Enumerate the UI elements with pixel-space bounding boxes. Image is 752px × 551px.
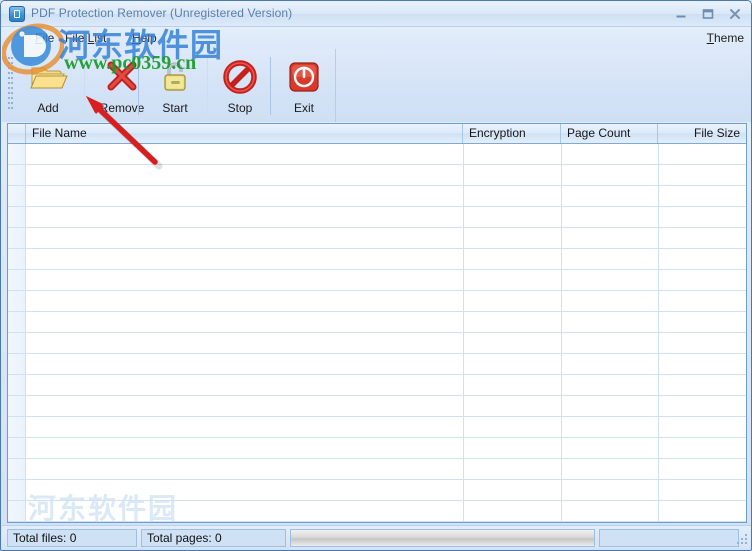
status-bar: Total files: 0 Total pages: 0 bbox=[2, 525, 751, 549]
window-title: PDF Protection Remover (Unregistered Ver… bbox=[31, 6, 293, 20]
power-button-icon bbox=[284, 57, 324, 97]
stop-button-label: Stop bbox=[227, 101, 253, 115]
table-row[interactable] bbox=[8, 144, 746, 165]
table-row[interactable] bbox=[8, 228, 746, 249]
title-bar: PDF Protection Remover (Unregistered Ver… bbox=[1, 1, 751, 27]
start-button-label: Start bbox=[162, 101, 188, 115]
theme-link[interactable]: Theme bbox=[707, 31, 744, 45]
file-list-column-file-name[interactable]: File Name bbox=[26, 124, 463, 143]
exit-button-label: Exit bbox=[293, 101, 314, 115]
table-row[interactable] bbox=[8, 354, 746, 375]
status-total-pages: Total pages: 0 bbox=[141, 529, 286, 547]
application-window: PDF Protection Remover (Unregistered Ver… bbox=[0, 0, 752, 551]
window-controls bbox=[668, 5, 747, 22]
prohibition-sign-icon bbox=[220, 57, 260, 97]
status-total-files: Total files: 0 bbox=[7, 529, 137, 547]
resize-grip-icon[interactable] bbox=[737, 534, 749, 546]
file-list[interactable]: File Name Encryption Page Count File Siz… bbox=[7, 123, 747, 523]
status-extra-panel bbox=[599, 529, 739, 547]
menu-item-file-list[interactable]: File List bbox=[60, 30, 111, 46]
toolbar: Add Remove Start Stop Exit bbox=[2, 49, 751, 122]
table-row[interactable] bbox=[8, 375, 746, 396]
table-row[interactable] bbox=[8, 186, 746, 207]
main-window: PDF Protection Remover (Unregistered Ver… bbox=[0, 0, 752, 551]
red-x-icon bbox=[102, 57, 142, 97]
table-row[interactable] bbox=[8, 249, 746, 270]
file-list-column-encryption[interactable]: Encryption bbox=[463, 124, 561, 143]
start-button[interactable]: Start bbox=[144, 53, 206, 119]
add-button[interactable]: Add bbox=[18, 53, 78, 119]
minimize-icon[interactable] bbox=[668, 5, 693, 22]
progress-bar bbox=[290, 529, 595, 547]
open-folder-icon bbox=[28, 57, 68, 97]
open-padlock-icon bbox=[155, 57, 195, 97]
file-list-column-gutter bbox=[8, 124, 26, 143]
table-row[interactable] bbox=[8, 207, 746, 228]
add-button-label: Add bbox=[37, 101, 59, 115]
file-list-body[interactable] bbox=[8, 144, 746, 522]
file-list-column-file-size[interactable]: File Size bbox=[658, 124, 746, 143]
table-row[interactable] bbox=[8, 417, 746, 438]
menu-item-help[interactable]: Help bbox=[127, 30, 162, 46]
toolbar-grip[interactable] bbox=[8, 57, 13, 115]
table-row[interactable] bbox=[8, 396, 746, 417]
table-row[interactable] bbox=[8, 291, 746, 312]
table-row[interactable] bbox=[8, 480, 746, 501]
pdf-lock-icon bbox=[9, 6, 25, 22]
exit-button[interactable]: Exit bbox=[276, 53, 332, 119]
menu-bar: File File List Help Theme bbox=[2, 27, 751, 49]
table-row[interactable] bbox=[8, 333, 746, 354]
table-row[interactable] bbox=[8, 438, 746, 459]
file-list-column-page-count[interactable]: Page Count bbox=[561, 124, 658, 143]
maximize-icon[interactable] bbox=[695, 5, 720, 22]
stop-button[interactable]: Stop bbox=[212, 53, 268, 119]
table-row[interactable] bbox=[8, 270, 746, 291]
file-list-header: File Name Encryption Page Count File Siz… bbox=[8, 124, 746, 144]
table-row[interactable] bbox=[8, 165, 746, 186]
menu-item-file[interactable]: File bbox=[30, 30, 59, 46]
table-row[interactable] bbox=[8, 312, 746, 333]
close-icon[interactable] bbox=[722, 5, 747, 22]
table-row[interactable] bbox=[8, 501, 746, 522]
table-row[interactable] bbox=[8, 459, 746, 480]
